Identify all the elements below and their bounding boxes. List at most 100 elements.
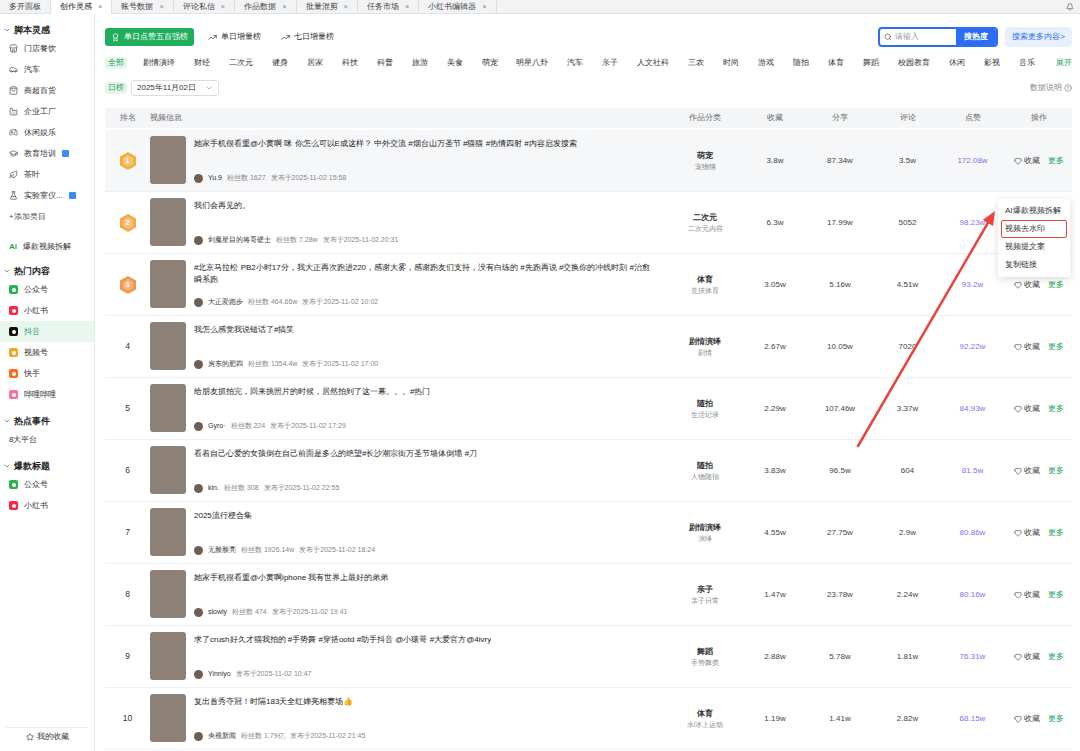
more-button[interactable]: 更多 <box>1048 589 1064 601</box>
more-button[interactable]: 更多 <box>1048 403 1064 415</box>
table-row[interactable]: 9求了crush好久才猫我拍的 #手势舞 #穿搭ootd #助手抖音 @小猿哥 … <box>105 626 1072 688</box>
sidebar-item[interactable]: 小红书 <box>0 300 94 321</box>
table-row[interactable]: 1她家手机很看重@小黄啊 咪 你怎么可以E成这样？ 中外交流 #烟台山万圣节 #… <box>105 130 1072 192</box>
menu-item[interactable]: 复制链接 <box>998 256 1070 274</box>
sidebar-item[interactable]: 商超百货 <box>0 80 94 101</box>
category-chip[interactable]: 科普 <box>374 57 396 69</box>
favorites-button[interactable]: 我的收藏 <box>6 727 88 745</box>
category-chip[interactable]: 明星八卦 <box>513 57 551 69</box>
video-thumbnail[interactable] <box>150 446 186 494</box>
more-button[interactable]: 更多 <box>1048 155 1064 167</box>
sidebar-item[interactable]: 企业工厂 <box>0 101 94 122</box>
top-tab[interactable]: 多开面板 <box>0 0 51 14</box>
more-button[interactable]: 更多 <box>1048 713 1064 725</box>
category-chip[interactable]: 影视 <box>981 57 1003 69</box>
video-thumbnail[interactable] <box>150 508 186 556</box>
tab-close[interactable]: × <box>221 1 225 12</box>
top-tab[interactable]: 评论私信× <box>174 0 235 14</box>
sidebar-item[interactable]: 哔哩哔哩 <box>0 384 94 405</box>
table-row[interactable]: 72025流行梗合集无脸脸亮粉丝数 1926.14w发布于2025-11-02 … <box>105 502 1072 564</box>
table-row[interactable]: 2我们会再见的。剑魔星目的将哥硬士粉丝数 7.28w发布于2025-11-02 … <box>105 192 1072 254</box>
favorite-button[interactable]: 收藏 <box>1014 651 1040 663</box>
favorite-button[interactable]: 收藏 <box>1014 465 1040 477</box>
category-chip[interactable]: 剧情演绎 <box>140 57 178 69</box>
category-chip[interactable]: 亲子 <box>599 57 621 69</box>
sidebar-item[interactable]: 教育培训 <box>0 143 94 164</box>
category-chip[interactable]: 财经 <box>191 57 213 69</box>
video-title[interactable]: 给朋友抓拍完，回来挑照片的时候，居然拍到了这一幕。。。#热门 <box>194 386 430 398</box>
category-chip[interactable]: 二次元 <box>226 57 256 69</box>
category-chip[interactable]: 三农 <box>685 57 707 69</box>
bell-icon[interactable] <box>1066 3 1074 11</box>
favorite-button[interactable]: 收藏 <box>1014 403 1040 415</box>
video-thumbnail[interactable] <box>150 322 186 370</box>
sidebar-item[interactable]: 抖音 <box>0 321 94 342</box>
add-category[interactable]: +添加类目 <box>0 206 94 227</box>
favorite-button[interactable]: 收藏 <box>1014 527 1040 539</box>
menu-item[interactable]: 视频去水印 <box>998 220 1070 238</box>
video-title[interactable]: 我们会再见的。 <box>194 200 398 212</box>
favorite-button[interactable]: 收藏 <box>1014 155 1040 167</box>
video-thumbnail[interactable] <box>150 136 186 184</box>
more-button[interactable]: 更多 <box>1048 527 1064 539</box>
category-chip[interactable]: 汽车 <box>564 57 586 69</box>
tab-close[interactable]: × <box>159 1 163 12</box>
top-tab[interactable]: 创作灵感× <box>51 0 112 14</box>
sidebar-item[interactable]: 实验室仪... <box>0 185 94 206</box>
date-select[interactable]: 2025年11月02日 <box>131 80 219 96</box>
video-title[interactable]: 求了crush好久才猫我拍的 #手势舞 #穿搭ootd #助手抖音 @小猿哥 #… <box>194 634 491 646</box>
top-tab[interactable]: 批量混剪× <box>297 0 358 14</box>
category-chip[interactable]: 科技 <box>339 57 361 69</box>
search-more-button[interactable]: 搜索更多内容> <box>1005 27 1072 47</box>
favorite-button[interactable]: 收藏 <box>1014 589 1040 601</box>
video-thumbnail[interactable] <box>150 570 186 618</box>
favorite-button[interactable]: 收藏 <box>1014 341 1040 353</box>
category-chip[interactable]: 随拍 <box>790 57 812 69</box>
more-button[interactable]: 更多 <box>1048 651 1064 663</box>
sidebar-item[interactable]: 汽车 <box>0 59 94 80</box>
sidebar-item[interactable]: 休闲娱乐 <box>0 122 94 143</box>
top-tab[interactable]: 作品数据× <box>235 0 296 14</box>
more-button[interactable]: 更多 <box>1048 341 1064 353</box>
table-row[interactable]: 3#北京马拉松 PB2小时17分，我大正再次跑进220，感谢大雾，感谢跑友们支持… <box>105 254 1072 316</box>
video-title[interactable]: 她家手机很看重@小黄啊iphone 我有世界上最好的弟弟 <box>194 572 388 584</box>
favorite-button[interactable]: 收藏 <box>1014 713 1040 725</box>
video-thumbnail[interactable] <box>150 384 186 432</box>
video-thumbnail[interactable] <box>150 632 186 680</box>
category-chip[interactable]: 健身 <box>269 57 291 69</box>
menu-item[interactable]: 视频提文案 <box>998 238 1070 256</box>
ranking-tab[interactable]: 单日增量榜 <box>202 28 267 46</box>
tab-close[interactable]: × <box>98 1 102 12</box>
sidebar-item[interactable]: 视频号 <box>0 342 94 363</box>
top-tab[interactable]: 账号数据× <box>112 0 173 14</box>
sidebar-item[interactable]: 门店餐饮 <box>0 38 94 59</box>
category-chip[interactable]: 居家 <box>304 57 326 69</box>
category-chip[interactable]: 游戏 <box>755 57 777 69</box>
favorite-button[interactable]: 收藏 <box>1014 279 1040 291</box>
sidebar-item[interactable]: Ai爆款视频拆解 <box>0 236 94 257</box>
search-input[interactable]: 请输入 <box>880 31 956 43</box>
category-chip[interactable]: 人文社科 <box>634 57 672 69</box>
video-title[interactable]: 复出首秀夺冠！时隔183天全红婵亮相赛场👍 <box>194 696 365 708</box>
video-title[interactable]: 我怎么感觉我说错话了#搞笑 <box>194 324 378 336</box>
video-thumbnail[interactable] <box>150 260 186 308</box>
data-note[interactable]: 数据说明 <box>1030 82 1072 94</box>
category-chip[interactable]: 体育 <box>825 57 847 69</box>
tab-close[interactable]: × <box>405 1 409 12</box>
search-button[interactable]: 搜热度 <box>956 29 996 45</box>
category-chip[interactable]: 萌宠 <box>479 57 501 69</box>
category-chip[interactable]: 舞蹈 <box>860 57 882 69</box>
menu-item[interactable]: AI爆款视频拆解 <box>998 202 1070 220</box>
top-tab[interactable]: 小红书编辑器× <box>419 0 496 14</box>
category-chip[interactable]: 休闲 <box>946 57 968 69</box>
top-tab[interactable]: 任务市场× <box>358 0 419 14</box>
table-row[interactable]: 8她家手机很看重@小黄啊iphone 我有世界上最好的弟弟slowly粉丝数 4… <box>105 564 1072 626</box>
tab-close[interactable]: × <box>344 1 348 12</box>
table-row[interactable]: 5给朋友抓拍完，回来挑照片的时候，居然拍到了这一幕。。。#热门Gyro·粉丝数 … <box>105 378 1072 440</box>
ranking-tab[interactable]: 七日增量榜 <box>275 28 340 46</box>
sidebar-item[interactable]: 小红书 <box>0 495 94 516</box>
sidebar-item[interactable]: 公众号 <box>0 279 94 300</box>
video-title[interactable]: 看着自己心爱的女孩倒在自己前面是多么的绝望#长沙潮宗街万圣节墙体倒塌 #刀 <box>194 448 477 460</box>
video-title[interactable]: #北京马拉松 PB2小时17分，我大正再次跑进220，感谢大雾，感谢跑友们支持，… <box>194 262 655 286</box>
expand-button[interactable]: 展开 <box>1056 57 1072 69</box>
